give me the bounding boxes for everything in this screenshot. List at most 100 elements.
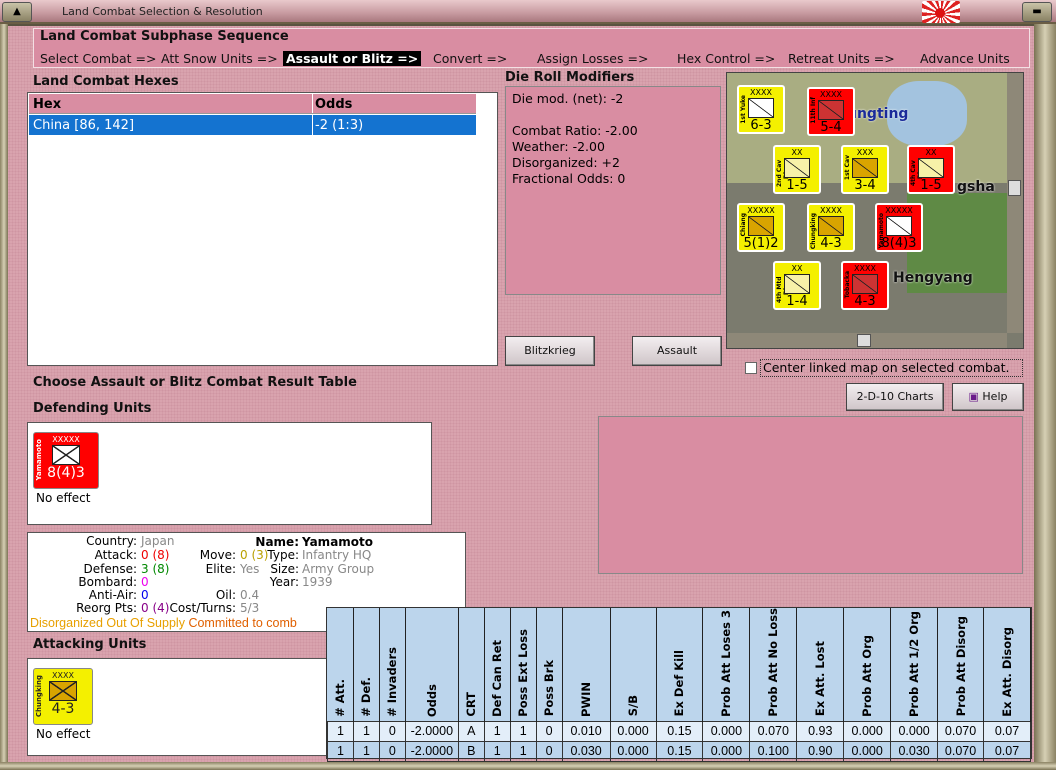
map-horizontal-scrollbar[interactable] xyxy=(727,333,1007,348)
unit-strength: 8(4)3 xyxy=(47,465,85,481)
infantry-symbol-icon xyxy=(784,274,810,294)
map-vertical-scrollbar[interactable] xyxy=(1007,73,1023,333)
odds-cell: -2 (1:3) xyxy=(315,118,364,133)
crt-column-header[interactable]: PWIN xyxy=(562,608,611,722)
crt-column-header[interactable]: Poss Ext Loss xyxy=(510,608,537,722)
crt-cell: 0 xyxy=(378,720,406,742)
crt-cell: 0.000 xyxy=(702,720,751,742)
attacking-unit-counter[interactable]: Chungking XXXX 4-3 xyxy=(33,668,93,725)
unit-counter[interactable]: 2nd Cav DivXX1-5 xyxy=(773,145,821,194)
crt-column-label: Ex Att. Disorg xyxy=(1000,626,1014,717)
crt-column-header[interactable]: Prob Att No Loss xyxy=(749,608,798,722)
unit-counter[interactable]: Chiang XXXXX 5(1)2 xyxy=(737,203,785,252)
drm-line: Combat Ratio: -2.00 xyxy=(512,123,638,138)
defending-unit-counter[interactable]: Yamamoto XXXXX 8(4)3 xyxy=(33,432,99,489)
attacking-title: Attacking Units xyxy=(33,637,147,652)
unit-name: Yamamoto xyxy=(35,439,43,481)
collapse-button[interactable]: ▲ xyxy=(2,2,32,22)
unit-counter[interactable]: 1st Yuke XXXX 6-3 xyxy=(737,85,785,134)
drm-line xyxy=(512,107,714,123)
crt-cell: 0 xyxy=(535,740,563,762)
unit-name: Yamamoto xyxy=(878,213,885,249)
crt-column-header[interactable]: Prob Att 1/2 Org xyxy=(890,608,939,722)
reorg-value: 0 (4) xyxy=(141,601,170,615)
crt-cell: 0.93 xyxy=(796,720,845,742)
crt-column-label: Odds xyxy=(424,683,439,717)
drm-line: Die mod. (net): -2 xyxy=(512,91,624,106)
column-odds[interactable]: Odds xyxy=(315,97,352,112)
crt-column-label: # Invaders xyxy=(385,646,400,717)
year-value: 1939 xyxy=(302,575,333,589)
combat-hexes-list[interactable]: Hex Odds China [86, 142] -2 (1:3) xyxy=(27,92,498,366)
unit-counter[interactable]: Chungking XXXX 4-3 xyxy=(807,203,855,252)
crt-cell: 1 xyxy=(483,720,511,742)
minimize-button[interactable]: ▬ xyxy=(1022,2,1052,22)
subphase-step: Advance Units xyxy=(920,51,1010,66)
crt-column-header[interactable]: # Att. xyxy=(327,608,354,722)
type-label: Type: xyxy=(267,548,299,562)
hex-row-selected[interactable]: China [86, 142] -2 (1:3) xyxy=(29,115,476,135)
crt-column-header[interactable]: Ex Att. Lost xyxy=(796,608,845,722)
window-frame-bottom xyxy=(0,762,1056,770)
crt-cell: 0.000 xyxy=(609,740,657,762)
unit-counter[interactable]: 1st Cav XXX 3-4 xyxy=(841,145,889,194)
crt-column-header[interactable]: Prob Att Org xyxy=(843,608,892,722)
unit-counter[interactable]: Tobacka XXXX 4-3 xyxy=(841,261,889,310)
unit-counter[interactable]: 4th Cav DivXX1-5 xyxy=(907,145,955,194)
scroll-thumb[interactable] xyxy=(1008,180,1021,196)
book-icon: ▣ xyxy=(968,390,979,403)
japan-flag-icon xyxy=(922,1,960,23)
crt-cell: 1 xyxy=(483,740,511,762)
help-button[interactable]: ▣ Help xyxy=(952,383,1024,411)
assault-button[interactable]: Assault xyxy=(632,336,722,366)
crt-column-header[interactable]: S/B xyxy=(610,608,657,722)
crt-column-header[interactable]: Ex Def Kill xyxy=(656,608,704,722)
crt-column-header[interactable]: Def Can Ret xyxy=(484,608,511,722)
subphase-title: Land Combat Subphase Sequence xyxy=(40,29,289,44)
crt-column-label: Def Can Ret xyxy=(490,639,505,717)
crt-column-header[interactable]: # Invaders xyxy=(379,608,406,722)
hexes-header: Hex Odds xyxy=(29,94,476,114)
crt-cell: A xyxy=(457,720,485,742)
charts-button[interactable]: 2-D-10 Charts xyxy=(846,383,944,411)
center-linked-map-checkbox[interactable] xyxy=(745,362,757,374)
year-label: Year: xyxy=(269,575,299,589)
crt-column-label: Poss Ext Loss xyxy=(516,628,531,717)
crt-column-header[interactable]: CRT xyxy=(458,608,485,722)
crt-row[interactable]: 1 1 0 -2.0000 B 1 1 0 0.030 0.000 0.15 0.000 0.100 0.… xyxy=(327,740,1031,762)
crt-column-label: # Att. xyxy=(333,678,348,717)
country-label: Country: xyxy=(86,534,137,548)
center-linked-map-label[interactable]: Center linked map on selected combat. xyxy=(760,359,1023,377)
infantry-symbol-icon xyxy=(918,158,944,178)
unit-counter[interactable]: 11th Inf XXXX 5-4 xyxy=(807,87,855,136)
move-label: Move: xyxy=(199,548,236,562)
status-disorganized: Disorganized Out Of Supply xyxy=(30,616,185,630)
crt-column-header[interactable]: Odds xyxy=(405,608,459,722)
infantry-symbol-icon xyxy=(52,445,80,465)
crt-cell: -2.0000 xyxy=(404,740,459,762)
crt-cell: 0 xyxy=(378,740,406,762)
blitzkrieg-button[interactable]: Blitzkrieg xyxy=(505,336,595,366)
crt-cell: 0.010 xyxy=(561,720,611,742)
crt-row[interactable]: 1 1 0 -2.0000 A 1 1 0 0.010 0.000 0.15 0.000 0.070 0.… xyxy=(327,720,1031,742)
drm-line: Fractional Odds: 0 xyxy=(512,171,626,186)
unit-counter[interactable]: 4th Mtd DivXX1-4 xyxy=(773,261,821,310)
unit-name: Chungking xyxy=(810,213,817,250)
crt-cell: 0.000 xyxy=(843,720,892,742)
crt-column-header[interactable]: # Def. xyxy=(353,608,380,722)
subphase-step: Select Combat => xyxy=(40,51,157,66)
crt-column-header[interactable]: Prob Att Disorg xyxy=(937,608,984,722)
reorg-label: Reorg Pts: xyxy=(76,601,137,615)
unit-name: Chungking xyxy=(35,675,43,718)
column-hex[interactable]: Hex xyxy=(33,97,61,112)
unit-counter[interactable]: Yamamoto XXXXX 8(4)3 xyxy=(875,203,923,252)
crt-column-header[interactable]: Prob Att Loses 3 xyxy=(702,608,751,722)
infantry-symbol-icon xyxy=(852,158,878,178)
scroll-thumb[interactable] xyxy=(857,334,871,347)
crt-column-label: Prob Att Loses 3 xyxy=(719,609,734,717)
elite-label: Elite: xyxy=(205,562,236,576)
defending-result: No effect xyxy=(36,491,91,505)
crt-column-header[interactable]: Ex Att. Disorg xyxy=(983,608,1031,722)
crt-column-header[interactable]: Poss Brk xyxy=(536,608,563,722)
linked-map[interactable]: ungting gsha Hengyang 1st Yuke XXXX 6-3 11t… xyxy=(726,72,1024,349)
